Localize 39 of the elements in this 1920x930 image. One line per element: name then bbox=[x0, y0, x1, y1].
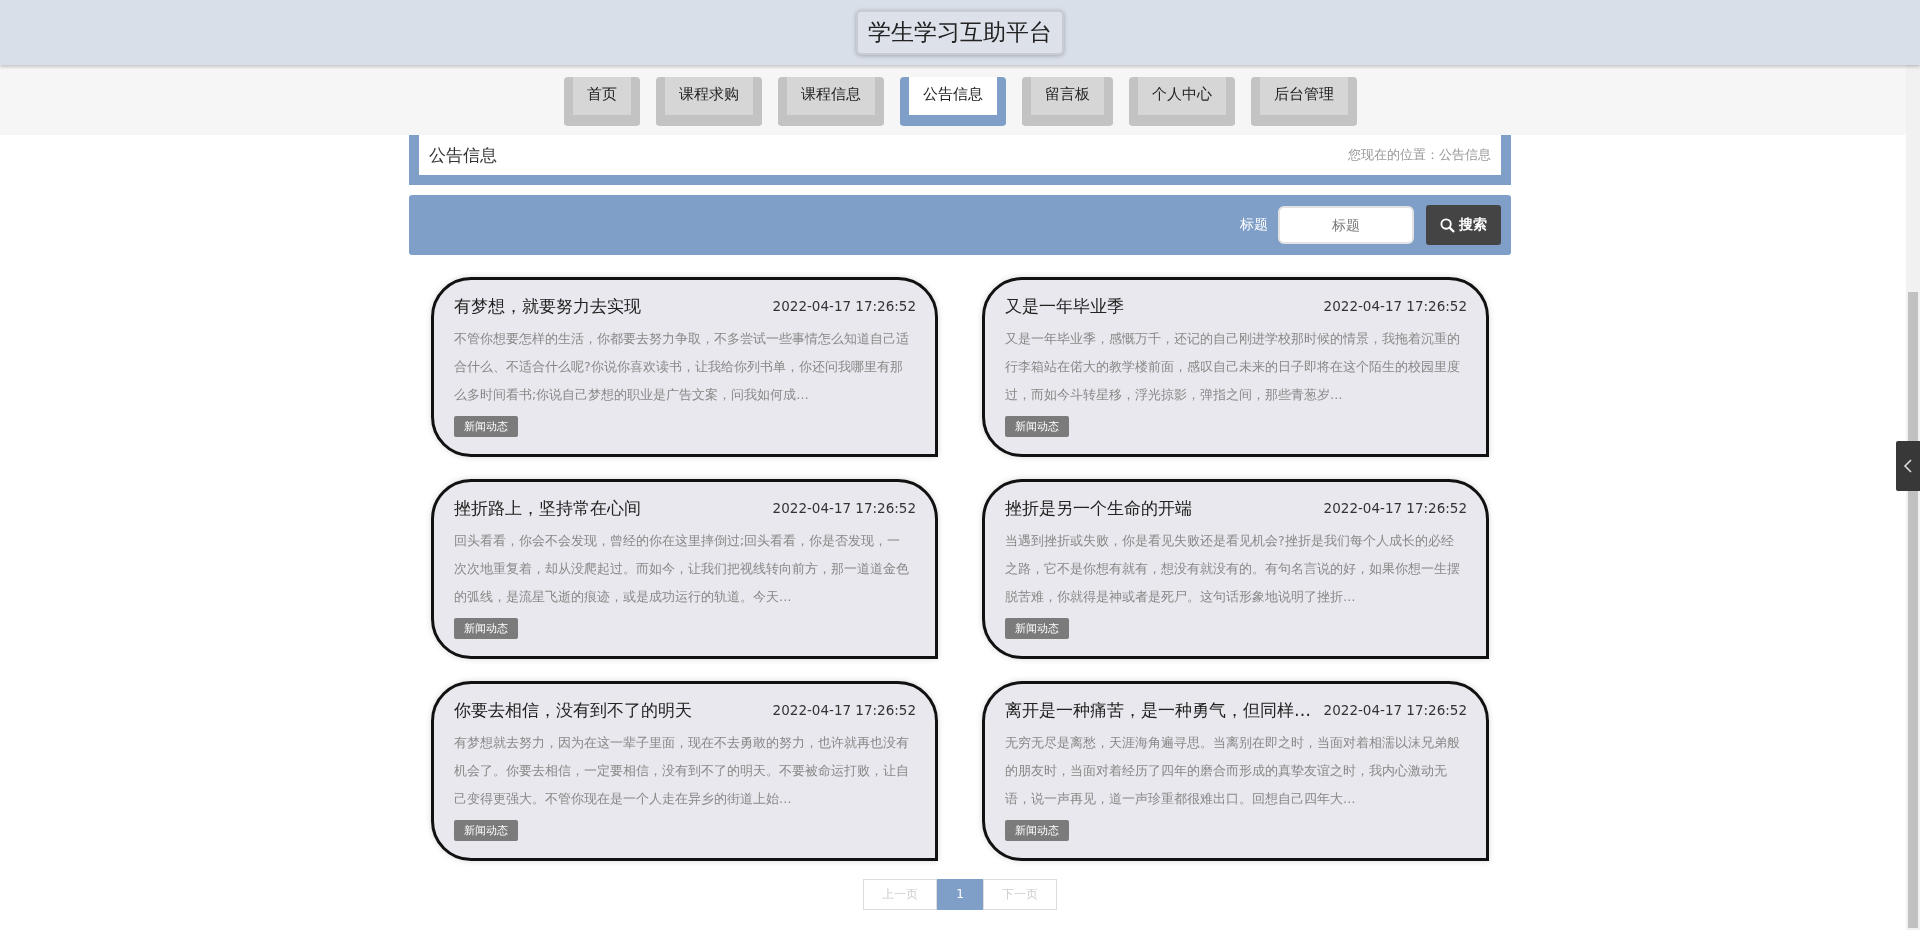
category-tag: 新闻动态 bbox=[1005, 820, 1069, 841]
notice-card[interactable]: 有梦想，就要努力去实现 2022-04-17 17:26:52 不管你想要怎样的生活，你都要去努力争取，不多尝试一些事情怎么知道自己适合什么、不适合什么呢?你说你喜欢读书，让我给你列书单，你还问我哪里有那么多时间看书;你说自己梦想的职业是广告文案，问我如何成… 新闻动态 bbox=[431, 277, 938, 457]
category-tag: 新闻动态 bbox=[454, 618, 518, 639]
notice-date: 2022-04-17 17:26:52 bbox=[772, 702, 916, 718]
nav-tab[interactable]: 课程求购 bbox=[655, 77, 762, 126]
nav-tab[interactable]: 公告信息 bbox=[899, 77, 1006, 126]
category-tag: 新闻动态 bbox=[1005, 618, 1069, 639]
page-heading: 公告信息 bbox=[429, 143, 497, 167]
notice-date: 2022-04-17 17:26:52 bbox=[1323, 500, 1467, 516]
notice-title[interactable]: 有梦想，就要努力去实现 bbox=[454, 294, 641, 318]
scrollbar[interactable] bbox=[1908, 292, 1918, 928]
nav-tab[interactable]: 个人中心 bbox=[1128, 77, 1235, 126]
search-field[interactable]: 标题 bbox=[1278, 206, 1414, 244]
chevron-left-icon bbox=[1903, 458, 1913, 474]
notice-title[interactable]: 离开是一种痛苦，是一种勇气，但同样… bbox=[1005, 698, 1311, 722]
notice-title[interactable]: 你要去相信，没有到不了的明天 bbox=[454, 698, 692, 722]
notice-summary: 又是一年毕业季，感慨万千，还记的自己刚进学校那时候的情景，我拖着沉重的行李箱站在偌大的教学楼前面，感叹自己未来的日子即将在这个陌生的校园里度过，而如今斗转星移，浮光掠影，弹指之间，那些青葱岁… bbox=[1005, 330, 1461, 404]
notice-date: 2022-04-17 17:26:52 bbox=[1323, 702, 1467, 718]
nav-tab[interactable]: 首页 bbox=[563, 77, 640, 126]
category-tag: 新闻动态 bbox=[454, 416, 518, 437]
search-icon bbox=[1440, 217, 1455, 233]
nav-tab[interactable]: 留言板 bbox=[1021, 77, 1113, 126]
notice-date: 2022-04-17 17:26:52 bbox=[772, 500, 916, 516]
category-tag: 新闻动态 bbox=[1005, 416, 1069, 437]
search-button[interactable]: 搜索 bbox=[1426, 205, 1501, 245]
notice-date: 2022-04-17 17:26:52 bbox=[772, 298, 916, 314]
notice-title[interactable]: 挫折路上，坚持常在心间 bbox=[454, 496, 641, 520]
category-tag: 新闻动态 bbox=[454, 820, 518, 841]
site-title: 学生学习互助平台 bbox=[856, 10, 1064, 55]
side-panel-toggle[interactable] bbox=[1896, 441, 1920, 491]
notice-card[interactable]: 又是一年毕业季 2022-04-17 17:26:52 又是一年毕业季，感慨万千，还记的自己刚进学校那时候的情景，我拖着沉重的行李箱站在偌大的教学楼前面，感叹自己未来的日子即将在这个陌生的校园里度过，而如今斗转星移，浮光掠影，弹指之间，那些青葱岁… 新闻动态 bbox=[982, 277, 1489, 457]
search-label: 标题 bbox=[1240, 216, 1268, 234]
notice-summary: 不管你想要怎样的生活，你都要去努力争取，不多尝试一些事情怎么知道自己适合什么、不适合什么呢?你说你喜欢读书，让我给你列书单，你还问我哪里有那么多时间看书;你说自己梦想的职业是广告文案，问我如何成… bbox=[454, 330, 910, 404]
nav-tab[interactable]: 课程信息 bbox=[777, 77, 884, 126]
notice-title[interactable]: 挫折是另一个生命的开端 bbox=[1005, 496, 1192, 520]
notice-title[interactable]: 又是一年毕业季 bbox=[1005, 294, 1124, 318]
breadcrumb-text: 您现在的位置：公告信息 bbox=[1348, 146, 1491, 164]
notice-date: 2022-04-17 17:26:52 bbox=[1323, 298, 1467, 314]
nav-tab[interactable]: 后台管理 bbox=[1250, 77, 1357, 126]
